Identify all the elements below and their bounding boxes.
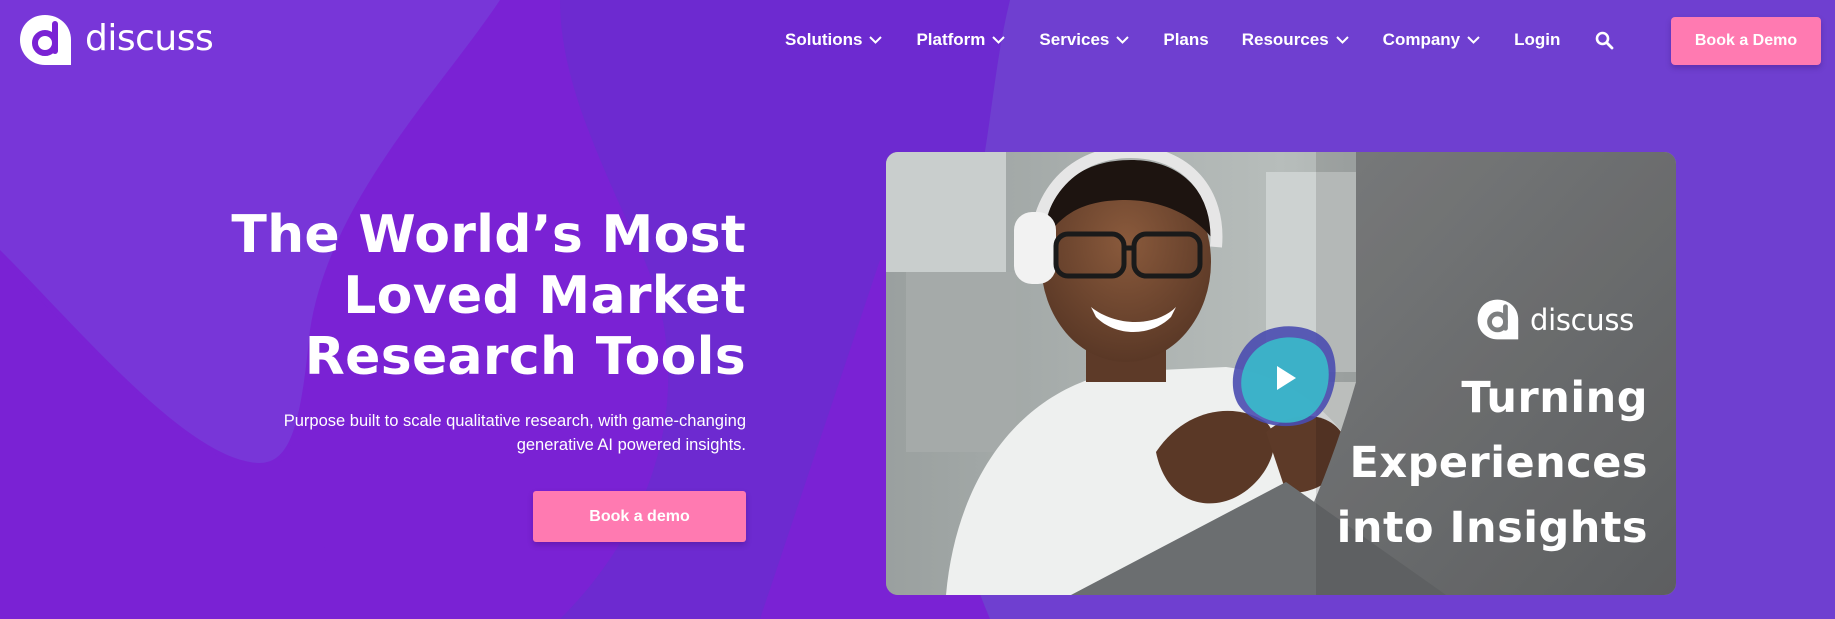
video-brand-name: discuss [1529,302,1634,337]
main-menu: Solutions Platform Services Plans Resour… [785,30,1614,50]
hero-headline: The World’s Most Loved Market Research T… [150,205,746,388]
nav-item-label: Services [1039,30,1110,49]
landing-page: discuss Solutions Platform Services Plan… [0,0,1835,619]
subtext-line: generative AI powered insights. [516,436,746,454]
video-brand-logo: discuss [1475,298,1634,341]
tagline-line: Experiences [1349,438,1648,488]
video-tagline: Turning Experiences into Insights [1228,366,1648,561]
nav-item-label: Resources [1241,30,1329,49]
tagline-line: Turning [1461,373,1648,423]
brand-name: discuss [85,18,214,59]
subtext-line: Purpose built to scale qualitative resea… [283,412,746,430]
book-demo-button[interactable]: Book a Demo [1671,17,1821,65]
discuss-logo-icon [20,15,71,65]
nav-item-label: Solutions [785,30,863,49]
nav-item-solutions[interactable]: Solutions [785,30,883,50]
chevron-down-icon [1335,36,1349,44]
discuss-logo-icon [1477,299,1519,340]
tagline-line: into Insights [1336,503,1648,553]
search-icon[interactable] [1595,31,1614,50]
headline-line: The World’s Most [231,205,746,265]
chevron-down-icon [869,36,883,44]
brand-logo[interactable]: discuss [17,13,214,67]
nav-item-label: Company [1382,30,1461,49]
hero-video[interactable]: discuss Turning Experiences into Insight… [886,152,1676,595]
chevron-down-icon [1467,36,1480,44]
nav-item-services[interactable]: Services [1039,30,1130,50]
chevron-down-icon [1116,36,1130,44]
nav-item-login[interactable]: Login [1514,30,1560,50]
hero-book-demo-button[interactable]: Book a demo [533,491,746,542]
nav-item-label: Platform [916,30,986,49]
nav-item-label: Plans [1163,30,1209,49]
nav-item-resources[interactable]: Resources [1242,30,1350,50]
headline-line: Research Tools [304,327,746,387]
chevron-down-icon [992,36,1006,44]
nav-item-label: Login [1514,30,1561,49]
top-navigation: discuss Solutions Platform Services Plan… [0,0,1835,84]
hero-subtext: Purpose built to scale qualitative resea… [150,409,746,457]
nav-item-company[interactable]: Company [1383,30,1481,50]
headline-line: Loved Market [343,266,746,326]
nav-item-plans[interactable]: Plans [1163,30,1208,50]
nav-item-platform[interactable]: Platform [916,30,1006,50]
